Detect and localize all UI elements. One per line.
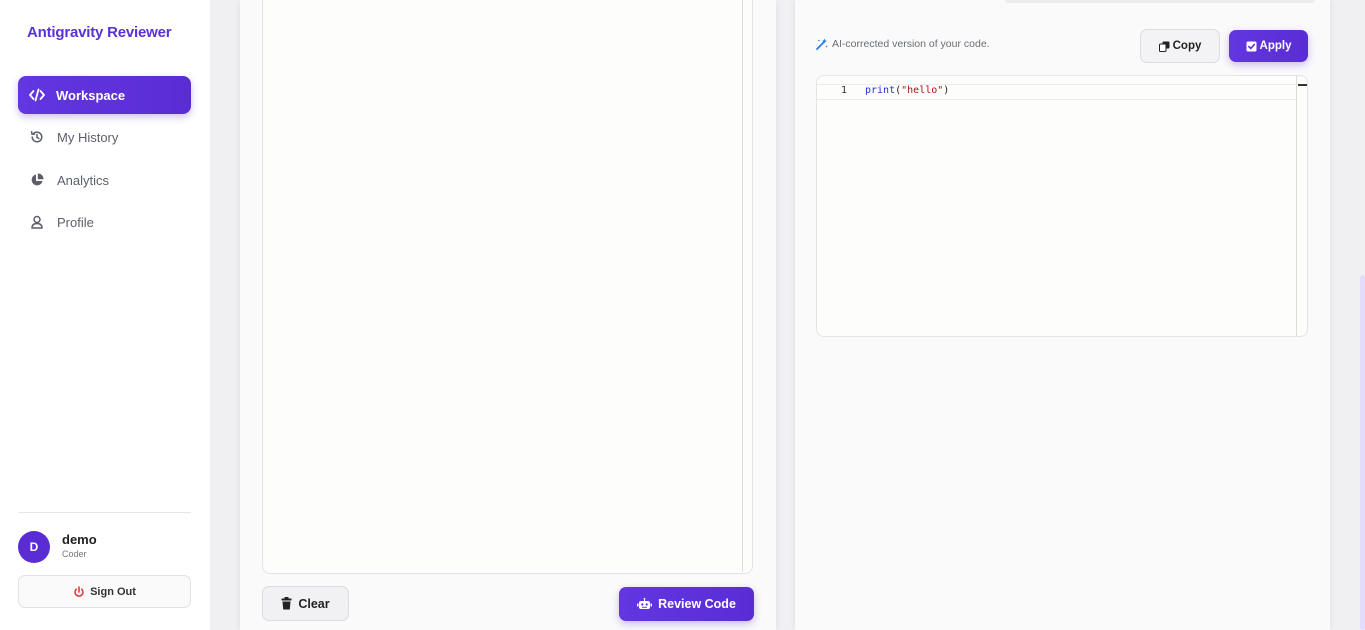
panel-top-edge [1005, 0, 1315, 3]
corrected-code-panel: AI-corrected version of your code. Copy … [795, 0, 1330, 630]
clear-button[interactable]: Clear [262, 586, 349, 621]
sign-out-button[interactable]: Sign Out [18, 575, 191, 608]
code-scrollbar[interactable] [1296, 76, 1307, 336]
corrected-code-editor[interactable]: 1 print("hello") [816, 75, 1308, 337]
code-token-function: print [865, 85, 896, 96]
editor-scrollbar[interactable] [742, 0, 743, 572]
user-icon [29, 214, 45, 230]
user-name: demo [62, 532, 97, 547]
code-icon [29, 87, 45, 103]
copy-button[interactable]: Copy [1140, 29, 1220, 63]
pie-chart-icon [29, 172, 45, 188]
sidebar-item-profile[interactable]: Profile [18, 203, 191, 241]
code-input-panel: Clear Review Code [240, 0, 776, 630]
robot-icon [637, 598, 653, 610]
review-code-button[interactable]: Review Code [619, 587, 754, 621]
sidebar-item-label: Profile [57, 214, 94, 230]
sidebar: Antigravity Reviewer Workspace My Histor… [0, 0, 210, 630]
sidebar-item-label: My History [57, 129, 119, 145]
sidebar-item-history[interactable]: My History [18, 118, 191, 156]
sidebar-item-workspace[interactable]: Workspace [18, 76, 191, 114]
code-token-string: "hello" [901, 85, 944, 96]
code-line[interactable]: print("hello") [865, 85, 949, 96]
line-number: 1 [840, 85, 847, 96]
copy-label: Copy [1172, 40, 1202, 52]
sign-out-label: Sign Out [90, 585, 136, 598]
clear-label: Clear [298, 596, 330, 611]
history-icon [29, 129, 45, 145]
code-input-editor[interactable] [262, 0, 753, 574]
user-role: Coder [62, 549, 87, 559]
power-icon [73, 585, 85, 598]
check-square-icon [1246, 41, 1257, 52]
sidebar-item-analytics[interactable]: Analytics [18, 161, 191, 199]
app-title: Antigravity Reviewer [27, 24, 172, 41]
sidebar-divider [18, 512, 191, 513]
apply-label: Apply [1259, 40, 1292, 52]
code-token-paren-close: ) [943, 85, 950, 96]
trash-icon [281, 597, 292, 610]
apply-button[interactable]: Apply [1229, 30, 1308, 62]
magic-wand-icon [816, 38, 828, 50]
review-code-label: Review Code [658, 597, 736, 611]
hint-text: AI-corrected version of your code. [832, 38, 990, 50]
sidebar-item-label: Workspace [56, 87, 126, 103]
copy-icon [1158, 41, 1170, 52]
corrected-code-hint: AI-corrected version of your code. [816, 38, 990, 50]
scrollbar-cursor-marker [1298, 84, 1307, 86]
page-scrollbar-thumb[interactable] [1360, 275, 1365, 630]
sidebar-item-label: Analytics [57, 172, 110, 188]
avatar: D [18, 531, 50, 563]
